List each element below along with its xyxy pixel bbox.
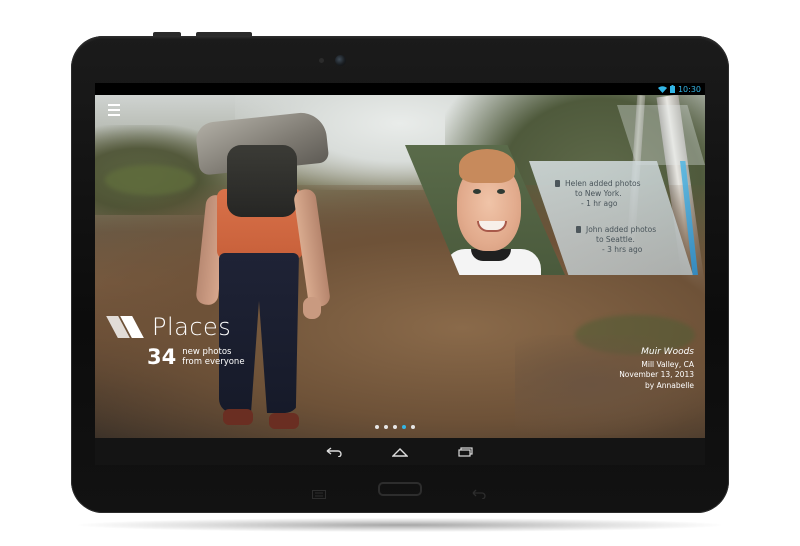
section-header: Places <box>106 313 232 341</box>
location-title: Muir Woods <box>641 347 694 357</box>
hardware-back-icon[interactable] <box>472 484 486 500</box>
document-icon <box>576 226 581 233</box>
home-icon[interactable] <box>389 443 411 461</box>
background-photo[interactable]: Helen added photos to New York. - 1 hr a… <box>95 95 705 438</box>
hiker-figure <box>185 110 335 437</box>
page-indicator <box>375 425 415 429</box>
recent-apps-icon[interactable] <box>455 443 477 461</box>
hardware-home-button[interactable] <box>378 482 422 496</box>
photo-author: by Annabelle <box>645 380 694 390</box>
new-photos-summary[interactable]: 34 new photos from everyone <box>147 345 245 369</box>
page-dot[interactable] <box>411 425 415 429</box>
page-dot[interactable] <box>393 425 397 429</box>
front-camera <box>335 55 346 66</box>
device-shadow <box>78 518 722 532</box>
battery-icon <box>669 85 675 93</box>
wifi-icon <box>657 85 667 93</box>
feed-item[interactable]: John added photos to Seattle. - 3 hrs ag… <box>576 225 656 255</box>
screen: 10:30 Helen added photos to New York. - … <box>95 83 705 465</box>
status-bar: 10:30 <box>95 83 705 95</box>
page-dot[interactable] <box>375 425 379 429</box>
page-dot[interactable] <box>384 425 388 429</box>
new-photos-count: 34 <box>147 345 177 369</box>
feed-item[interactable]: Helen added photos to New York. - 1 hr a… <box>555 179 641 209</box>
hamburger-menu-icon[interactable] <box>108 104 120 116</box>
location-place: Mill Valley, CA <box>641 359 694 369</box>
status-time: 10:30 <box>677 84 701 94</box>
photo-caption: Muir Woods Mill Valley, CA November 13, … <box>619 347 694 391</box>
hardware-menu-icon[interactable] <box>312 484 326 499</box>
photo-date: November 13, 2013 <box>619 370 694 379</box>
navigation-bar <box>95 438 705 465</box>
places-logo-icon <box>106 316 144 338</box>
section-title: Places <box>152 313 232 341</box>
back-icon[interactable] <box>323 443 345 461</box>
page-dot-active[interactable] <box>402 425 406 429</box>
light-sensor <box>319 58 324 63</box>
document-icon <box>555 180 560 187</box>
